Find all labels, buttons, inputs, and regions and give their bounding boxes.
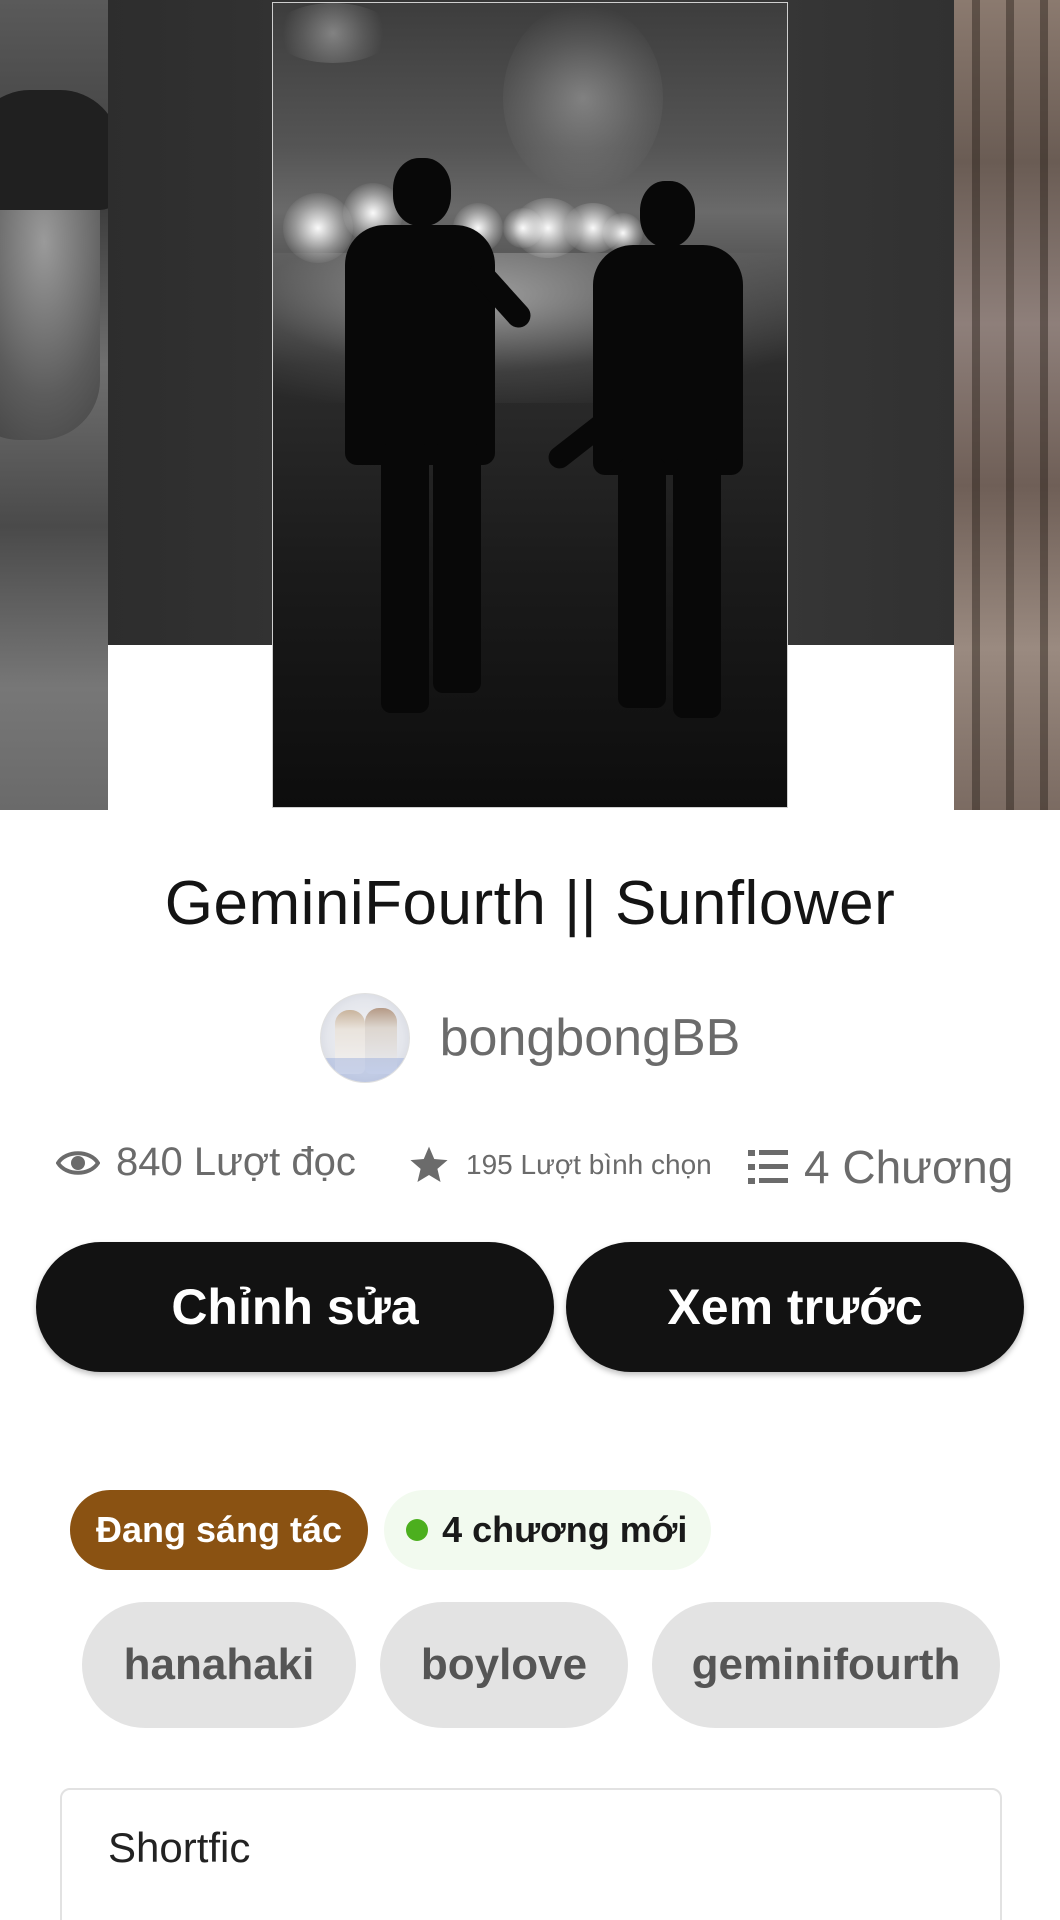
description-box[interactable]: Shortfic: [60, 1788, 1002, 1920]
votes-stat: 195 Lượt bình chọn: [408, 1144, 712, 1186]
tag-boylove[interactable]: boylove: [380, 1602, 628, 1728]
tag-geminifourth[interactable]: geminifourth: [652, 1602, 1000, 1728]
parts-stat: 4 Chương: [748, 1140, 1013, 1194]
status-badge: Đang sáng tác: [70, 1490, 369, 1570]
list-icon: [748, 1150, 788, 1184]
previous-cover-image[interactable]: [0, 0, 108, 810]
preview-story-button[interactable]: Xem trước: [566, 1242, 1024, 1372]
author-name[interactable]: bongbongBB: [440, 1008, 741, 1068]
edit-story-button[interactable]: Chỉnh sửa: [36, 1242, 554, 1372]
green-dot-icon: [406, 1519, 429, 1541]
cover-image: [272, 2, 788, 808]
tag-list: hanahaki boylove geminifourth: [82, 1602, 1000, 1728]
parts-count: 4 Chương: [804, 1141, 1014, 1193]
reads-stat: 840 Lượt đọc: [56, 1140, 356, 1185]
new-parts-label: 4 chương mới: [442, 1509, 688, 1550]
story-stats: 840 Lượt đọc 195 Lượt bình chọn 4 Chương: [0, 1132, 1060, 1202]
tag-hanahaki[interactable]: hanahaki: [82, 1602, 356, 1728]
votes-count: 195 Lượt bình chọn: [466, 1149, 712, 1180]
author-row[interactable]: bongbongBB: [0, 992, 1060, 1084]
book-title: GeminiFourth || Sunflower: [164, 869, 896, 938]
status-badges: Đang sáng tác 4 chương mới: [70, 1490, 712, 1570]
star-icon: [410, 1146, 448, 1182]
description-text: Shortfic: [108, 1824, 251, 1871]
next-cover-image[interactable]: [954, 0, 1060, 810]
reads-count: 840 Lượt đọc: [116, 1140, 356, 1184]
author-avatar[interactable]: [319, 993, 410, 1083]
cover-carousel[interactable]: [0, 0, 1060, 810]
eye-icon: [56, 1150, 100, 1175]
new-parts-badge: 4 chương mới: [384, 1490, 712, 1570]
